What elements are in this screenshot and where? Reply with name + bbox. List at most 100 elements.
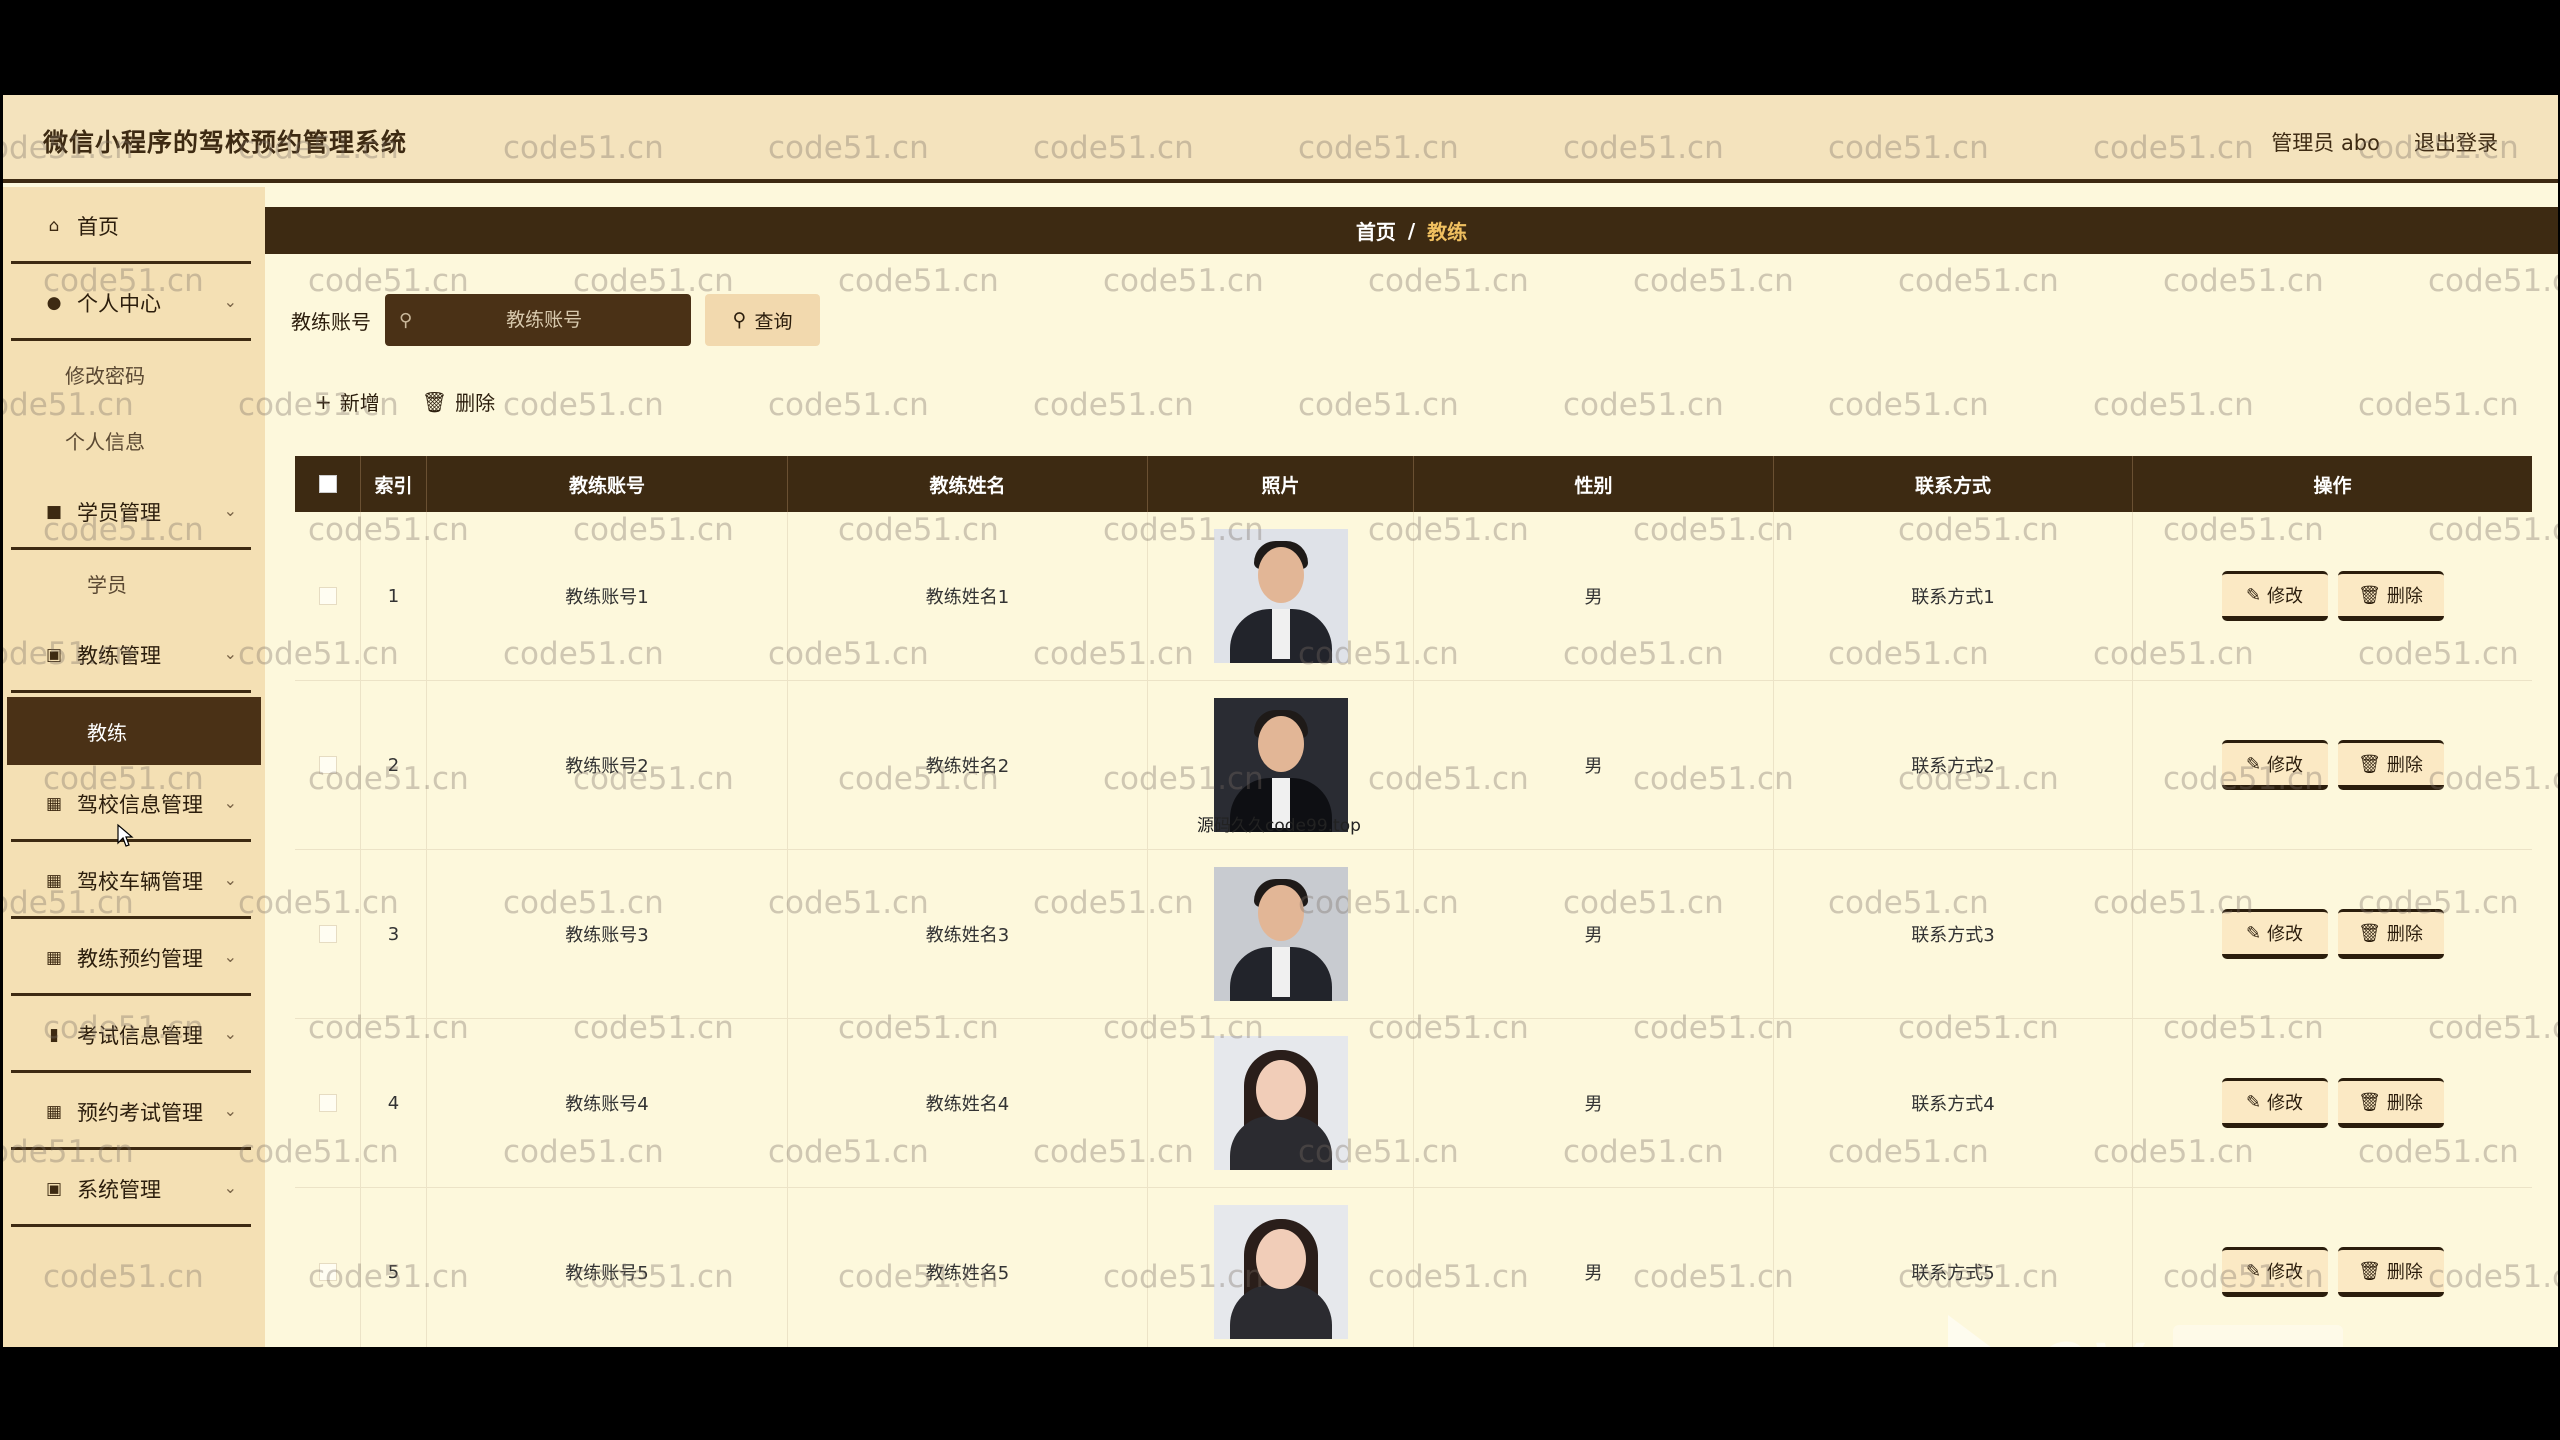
sidebar-item-school-info[interactable]: ▦ 驾校信息管理 ⌄ [3, 765, 265, 842]
column-header-operations: 操作 [2313, 474, 2352, 497]
edit-button[interactable]: ✎ 修改 [2221, 1247, 2328, 1297]
pencil-icon: ✎ [2245, 1260, 2262, 1282]
add-button[interactable]: + 新增 [315, 387, 380, 416]
sidebar-item-home[interactable]: ⌂ 首页 [3, 187, 265, 264]
edit-label: 修改 [2267, 586, 2304, 607]
grid-icon: ▦ [45, 947, 63, 968]
edit-button[interactable]: ✎ 修改 [2221, 909, 2328, 959]
row-gender: 男 [1414, 681, 1774, 849]
row-checkbox[interactable] [318, 1094, 337, 1112]
row-contact: 联系方式2 [1774, 681, 2133, 849]
row-index: 5 [361, 1188, 427, 1347]
search-input[interactable] [424, 309, 665, 331]
breadcrumb-separator: / [1407, 218, 1416, 243]
trash-icon: 🗑 [421, 389, 448, 414]
sidebar-subitem-coach[interactable]: 教练 [7, 697, 261, 765]
row-contact: 联系方式5 [1774, 1188, 2133, 1347]
breadcrumb: 首页 / 教练 [265, 207, 2558, 254]
clipboard-icon: ▣ [45, 644, 63, 665]
delete-button[interactable]: 🗑 删除 [2337, 1078, 2444, 1128]
pencil-icon: ✎ [2245, 922, 2262, 944]
app-window: 微信小程序的驾校预约管理系统 管理员 abo 退出登录 ⌂ 首页 ● 个人中心 … [3, 95, 2558, 1347]
table-row: 2 教练账号2 教练姓名2 男 联系方式2 ✎ 修改 🗑 删除 [295, 681, 2532, 850]
sidebar-item-label: 驾校车辆管理 [77, 869, 203, 894]
search-bar: 教练账号 ⚲ ⚲ 查询 [291, 294, 820, 346]
edit-label: 修改 [2267, 1093, 2304, 1114]
header-user-area: 管理员 abo 退出登录 [2271, 127, 2498, 157]
row-checkbox[interactable] [318, 756, 337, 774]
sidebar-subitem-personal-info[interactable]: 个人信息 [3, 407, 265, 473]
pencil-icon: ✎ [2245, 1091, 2262, 1113]
row-contact: 联系方式3 [1774, 850, 2133, 1018]
row-photo-cell [1148, 1019, 1414, 1187]
row-check-cell [295, 850, 361, 1018]
row-account: 教练账号5 [427, 1188, 788, 1347]
sidebar-item-exam-booking[interactable]: ▦ 预约考试管理 ⌄ [3, 1073, 265, 1150]
row-name: 教练姓名5 [788, 1188, 1148, 1347]
row-account: 教练账号3 [427, 850, 788, 1018]
row-check-cell [295, 512, 361, 680]
delete-button[interactable]: 🗑 删除 [2337, 740, 2444, 790]
row-contact: 联系方式4 [1774, 1019, 2133, 1187]
chevron-down-icon: ⌄ [223, 292, 237, 311]
coach-photo [1213, 867, 1348, 1001]
sidebar-item-system[interactable]: ▣ 系统管理 ⌄ [3, 1150, 265, 1227]
home-icon: ⌂ [48, 215, 60, 236]
row-checkbox[interactable] [318, 587, 337, 605]
edit-label: 修改 [2267, 1262, 2304, 1283]
row-account: 教练账号2 [427, 681, 788, 849]
select-all-checkbox[interactable] [318, 475, 337, 493]
edit-button[interactable]: ✎ 修改 [2221, 740, 2328, 790]
sidebar-item-label: 驾校信息管理 [77, 792, 203, 817]
batch-delete-button[interactable]: 🗑 删除 [422, 387, 495, 416]
sidebar-item-label: 教练管理 [77, 643, 161, 668]
sidebar-subitem-change-password[interactable]: 修改密码 [3, 341, 265, 407]
pencil-icon: ✎ [2245, 753, 2262, 775]
edit-button[interactable]: ✎ 修改 [2221, 571, 2328, 621]
row-contact: 联系方式1 [1774, 512, 2133, 680]
table-row: 4 教练账号4 教练姓名4 男 联系方式4 ✎ 修改 🗑 删除 [295, 1019, 2532, 1188]
edit-button[interactable]: ✎ 修改 [2221, 1078, 2328, 1128]
sidebar-item-coach-management[interactable]: ▣ 教练管理 ⌄ [3, 616, 265, 693]
pencil-icon: ✎ [2245, 584, 2262, 606]
chevron-down-icon: ⌄ [223, 1024, 237, 1043]
sidebar-item-vehicle[interactable]: ▦ 驾校车辆管理 ⌄ [3, 842, 265, 919]
sidebar-item-label: 教练预约管理 [77, 946, 203, 971]
row-check-cell [295, 681, 361, 849]
row-checkbox[interactable] [318, 1263, 337, 1281]
delete-label: 删除 [2386, 1262, 2423, 1283]
column-header-gender: 性别 [1414, 456, 1774, 512]
sidebar-subitem-student[interactable]: 学员 [3, 550, 265, 616]
app-title: 微信小程序的驾校预约管理系统 [43, 128, 408, 157]
breadcrumb-home[interactable]: 首页 [1356, 216, 1396, 245]
row-name: 教练姓名1 [788, 512, 1148, 680]
query-button-label: 查询 [754, 310, 793, 333]
row-operations: ✎ 修改 🗑 删除 [2133, 681, 2532, 849]
sidebar-item-label: 个人中心 [77, 291, 161, 316]
add-button-label: 新增 [339, 391, 380, 415]
row-gender: 男 [1414, 1019, 1774, 1187]
row-operations: ✎ 修改 🗑 删除 [2133, 1188, 2532, 1347]
search-box[interactable]: ⚲ [385, 294, 691, 346]
column-header-index: 索引 [361, 456, 427, 512]
table-header: 索引 教练账号 教练姓名 照片 性别 联系方式 操作 [295, 456, 2532, 512]
sidebar-item-coach-booking[interactable]: ▦ 教练预约管理 ⌄ [3, 919, 265, 996]
delete-button[interactable]: 🗑 删除 [2337, 1247, 2444, 1297]
trash-icon: 🗑 [2358, 922, 2381, 944]
row-checkbox[interactable] [318, 925, 337, 943]
logout-link[interactable]: 退出登录 [2414, 127, 2498, 157]
sidebar-item-exam-info[interactable]: ▮ 考试信息管理 ⌄ [3, 996, 265, 1073]
sidebar-item-student-management[interactable]: ■ 学员管理 ⌄ [3, 473, 265, 550]
sidebar-item-label: 首页 [77, 214, 119, 239]
delete-label: 删除 [2386, 586, 2423, 607]
letterbox-bottom [0, 1347, 2560, 1440]
sidebar-item-personal-center[interactable]: ● 个人中心 ⌄ [3, 264, 265, 341]
query-button[interactable]: ⚲ 查询 [705, 294, 820, 346]
delete-button[interactable]: 🗑 删除 [2337, 571, 2444, 621]
mouse-cursor-icon [117, 823, 134, 847]
grid-icon: ▦ [45, 793, 63, 814]
trash-icon: 🗑 [2358, 1091, 2381, 1113]
delete-button[interactable]: 🗑 删除 [2337, 909, 2444, 959]
user-icon: ● [46, 292, 62, 313]
row-gender: 男 [1414, 512, 1774, 680]
